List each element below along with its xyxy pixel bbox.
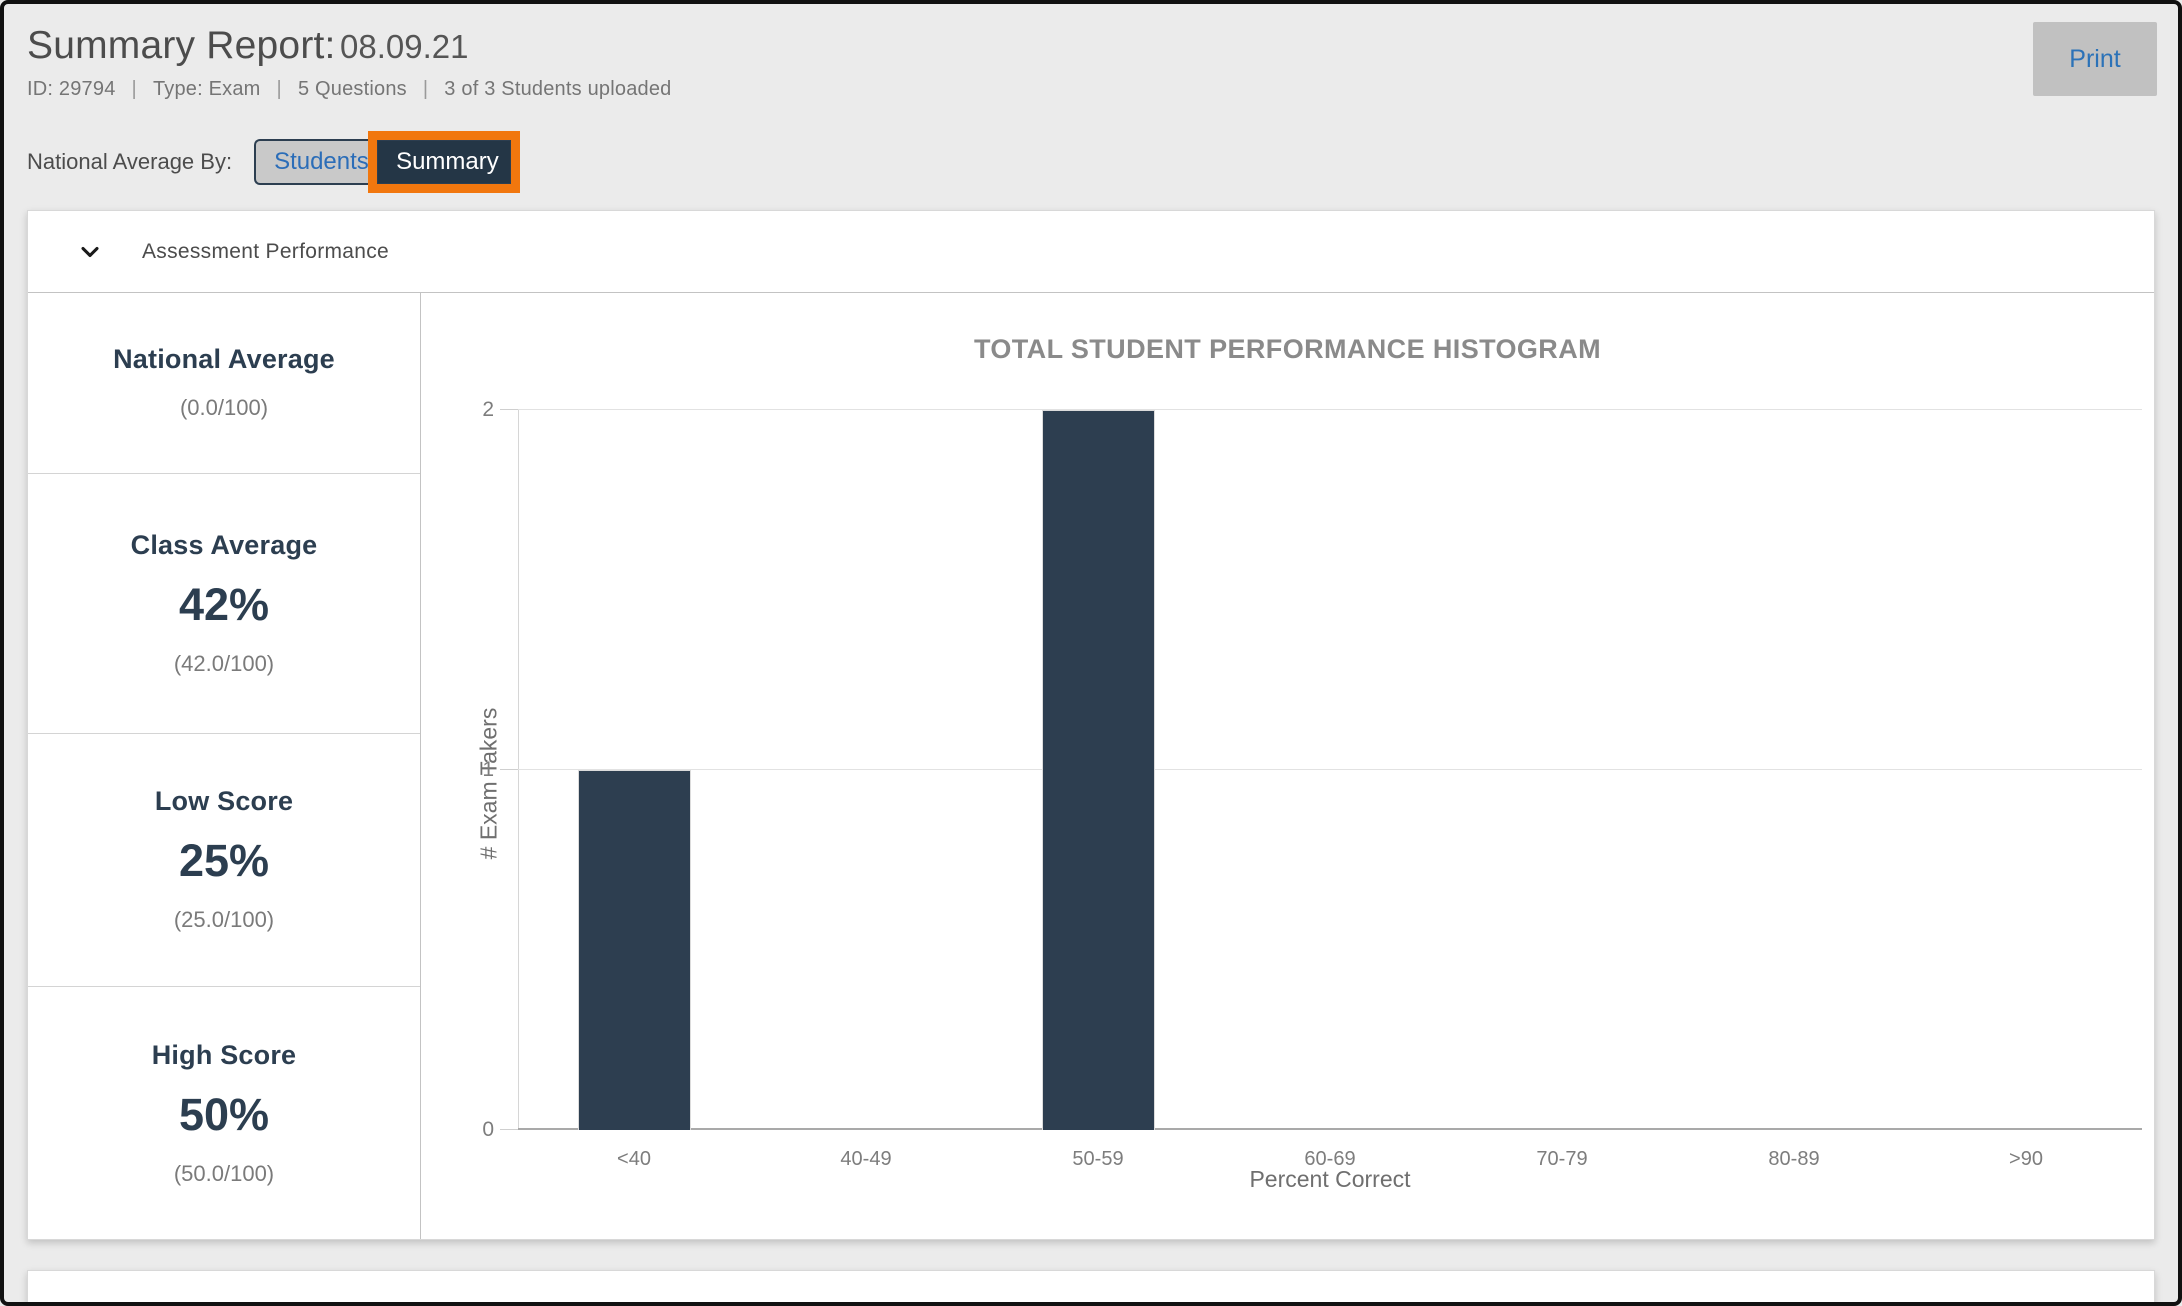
y-tick [500, 409, 518, 410]
stat-percent-value: 42% [179, 579, 269, 631]
meta-item: ID: 29794 [27, 78, 116, 101]
stat-label: National Average [113, 344, 335, 375]
performance-histogram-chart: TOTAL STUDENT PERFORMANCE HISTOGRAM # Ex… [421, 292, 2154, 1239]
stat-fraction-value: (25.0/100) [174, 907, 274, 933]
chart-title: TOTAL STUDENT PERFORMANCE HISTOGRAM [421, 334, 2154, 365]
section-title: Assessment Performance [142, 240, 389, 264]
gridline [518, 769, 2142, 770]
students-toggle-button[interactable]: Students [254, 139, 376, 185]
print-button[interactable]: Print [2033, 22, 2157, 96]
meta-separator: | [277, 78, 282, 101]
stat-label: High Score [152, 1040, 297, 1071]
stat-card-class-average: Class Average 42% (42.0/100) [28, 474, 420, 734]
stat-fraction-value: (0.0/100) [180, 395, 268, 421]
meta-item: 3 of 3 Students uploaded [444, 78, 671, 101]
histogram-bar-<40 [578, 770, 691, 1130]
report-meta: ID: 29794 | Type: Exam | 5 Questions | 3 of 3 … [27, 78, 672, 101]
summary-toggle-button[interactable]: Summary [376, 139, 512, 185]
national-average-toggle-row: National Average By: Students Summary [27, 131, 512, 193]
stat-percent-value: 50% [179, 1089, 269, 1141]
category-performance-section: Category Performance [27, 1270, 2155, 1306]
chevron-down-icon [76, 238, 104, 266]
stats-column: National Average (0.0/100) Class Average 42… [28, 292, 421, 1239]
y-axis-title: # Exam Takers [476, 654, 503, 914]
plot-area: 012<4040-4950-5960-6970-7980-89>90 [518, 410, 2142, 1130]
category-performance-header[interactable]: Category Performance [28, 1271, 2154, 1306]
y-tick-label: 1 [460, 758, 494, 782]
stat-card-low-score: Low Score 25% (25.0/100) [28, 734, 420, 988]
y-tick-label: 0 [460, 1118, 494, 1142]
stat-card-national-average: National Average (0.0/100) [28, 292, 420, 474]
meta-item: Type: Exam [153, 78, 261, 101]
x-axis-title: Percent Correct [518, 1166, 2142, 1193]
national-average-by-label: National Average By: [27, 149, 232, 175]
histogram-bar-50-59 [1042, 410, 1155, 1130]
page-title-text: Summary Report: [27, 24, 336, 67]
y-tick [500, 769, 518, 770]
assessment-performance-section: Assessment Performance National Average (… [27, 210, 2155, 1240]
summary-report-page: Summary Report: 08.09.21 ID: 29794 | Type:… [0, 0, 2182, 1306]
page-title: Summary Report: 08.09.21 [27, 24, 469, 68]
y-tick [500, 1129, 518, 1130]
meta-separator: | [423, 78, 428, 101]
y-axis-line [518, 410, 519, 1130]
stat-label: Low Score [155, 786, 293, 817]
stat-percent-value: 25% [179, 835, 269, 887]
gridline [518, 409, 2142, 410]
stat-label: Class Average [131, 530, 318, 561]
stat-fraction-value: (50.0/100) [174, 1161, 274, 1187]
x-axis-line [518, 1128, 2142, 1130]
y-tick-label: 2 [460, 398, 494, 422]
meta-separator: | [132, 78, 137, 101]
assessment-performance-header[interactable]: Assessment Performance [28, 211, 2154, 293]
meta-item: 5 Questions [298, 78, 407, 101]
national-average-toggle-group: Students Summary [254, 131, 512, 193]
report-date: 08.09.21 [340, 28, 468, 65]
assessment-performance-body: National Average (0.0/100) Class Average 42… [28, 292, 2154, 1239]
stat-card-high-score: High Score 50% (50.0/100) [28, 987, 420, 1239]
stat-fraction-value: (42.0/100) [174, 651, 274, 677]
